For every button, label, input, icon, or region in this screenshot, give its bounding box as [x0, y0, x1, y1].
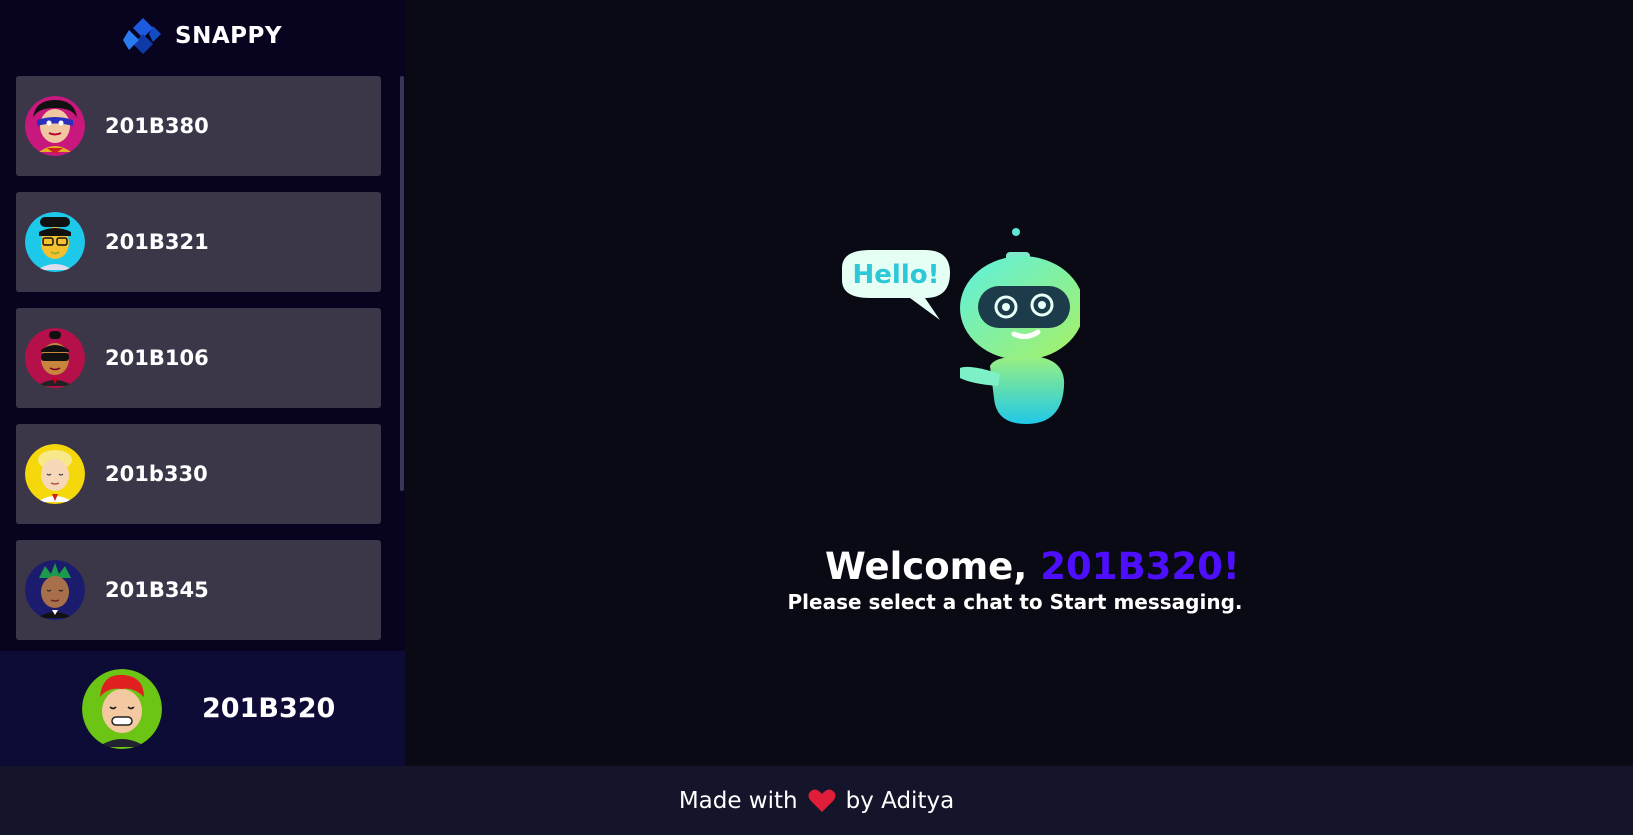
blonde-avatar	[25, 444, 85, 504]
contact-name: 201B345	[105, 578, 209, 602]
current-user-panel: 201B320	[0, 651, 405, 766]
snappy-logo-icon	[123, 18, 161, 54]
green-hair-avatar	[25, 560, 85, 620]
glasses-avatar	[25, 212, 85, 272]
welcome-greeting: Welcome,	[825, 545, 1028, 588]
heart-icon	[808, 789, 836, 812]
contact-name: 201B380	[105, 114, 209, 138]
chat-app: SNAPPY 201B380 201B321 201B106 201b330 2…	[0, 0, 1633, 766]
contact-list[interactable]: 201B380 201B321 201B106 201b330 201B345	[0, 72, 405, 650]
contact-item[interactable]: 201B380	[16, 76, 381, 176]
robot-illustration: Hello!	[842, 228, 1080, 424]
masked-avatar	[25, 96, 85, 156]
contact-item[interactable]: 201b330	[16, 424, 381, 524]
contact-name: 201b330	[105, 462, 208, 486]
welcome-username: 201B320!	[1040, 545, 1240, 588]
current-user-name: 201B320	[202, 693, 336, 724]
contact-item[interactable]: 201B321	[16, 192, 381, 292]
welcome-subtitle: Please select a chat to Start messaging.	[787, 590, 1243, 614]
sunglasses-avatar	[25, 328, 85, 388]
robot-bubble-text: Hello!	[853, 260, 940, 290]
contact-name: 201B321	[105, 230, 209, 254]
brand: SNAPPY	[0, 0, 405, 72]
contact-item[interactable]: 201B345	[16, 540, 381, 640]
sidebar: SNAPPY 201B380 201B321 201B106 201b330 2…	[0, 0, 405, 766]
welcome-panel: Hello! Welcome, 201B320! Please select a…	[405, 0, 1633, 766]
brand-name: SNAPPY	[175, 23, 282, 49]
contact-name: 201B106	[105, 346, 209, 370]
contact-item[interactable]: 201B106	[16, 308, 381, 408]
contact-list-scrollbar[interactable]	[400, 76, 404, 491]
footer: Made with by Aditya	[0, 766, 1633, 835]
red-hair-avatar	[82, 668, 162, 749]
footer-suffix: by Aditya	[845, 787, 955, 814]
footer-prefix: Made with	[678, 787, 798, 814]
